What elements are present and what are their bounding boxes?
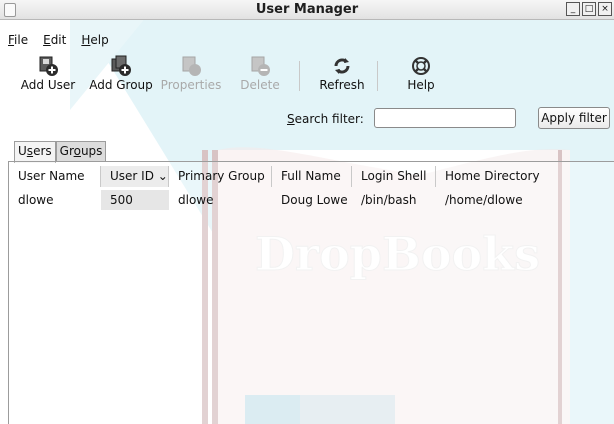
close-button[interactable]: × — [598, 2, 612, 16]
column-header-user-name[interactable]: User Name — [9, 166, 101, 187]
help-button[interactable]: Help — [396, 53, 446, 97]
column-header-primary-group[interactable]: Primary Group — [169, 166, 272, 187]
column-header-login-shell[interactable]: Login Shell — [352, 166, 436, 187]
toolbar-separator — [299, 61, 300, 91]
toolbar-separator — [377, 61, 378, 91]
tab-groups[interactable]: Groups — [55, 141, 107, 161]
minimize-button[interactable]: _ — [566, 2, 580, 16]
maximize-button[interactable]: □ — [582, 2, 596, 16]
menu-bar: File Edit Help — [0, 31, 116, 49]
tab-bar: Users Groups — [14, 141, 107, 163]
tab-users[interactable]: Users — [14, 141, 56, 163]
window-title: User Manager — [255, 2, 359, 17]
menu-edit[interactable]: Edit — [35, 31, 73, 49]
column-header-home-directory[interactable]: Home Directory — [436, 166, 614, 187]
table-row[interactable]: dlowe 500 dlowe Doug Lowe /bin/bash /hom… — [9, 190, 614, 210]
cell-user-name: dlowe — [18, 193, 54, 207]
cell-full-name: Doug Lowe — [281, 193, 348, 207]
add-group-button[interactable]: Add Group — [86, 53, 156, 97]
cell-primary-group: dlowe — [178, 193, 214, 207]
toolbar: Add User Add Group Properties Delete Ref… — [0, 53, 614, 97]
add-user-button[interactable]: Add User — [4, 53, 92, 97]
menu-file[interactable]: File — [0, 31, 35, 49]
cell-home-directory: /home/dlowe — [445, 193, 523, 207]
cell-user-id: 500 — [101, 190, 169, 210]
properties-button[interactable]: Properties — [158, 53, 224, 97]
delete-icon — [251, 56, 270, 76]
title-bar: User Manager _ □ × — [0, 0, 614, 20]
menu-help[interactable]: Help — [73, 31, 115, 49]
delete-button[interactable]: Delete — [230, 53, 290, 97]
column-header-full-name[interactable]: Full Name — [272, 166, 352, 187]
apply-filter-button[interactable]: Apply filter — [538, 107, 610, 129]
table-header: User Name User ID ⌄ Primary Group Full N… — [9, 166, 614, 187]
refresh-icon — [334, 58, 350, 74]
refresh-button[interactable]: Refresh — [312, 53, 372, 97]
column-header-user-id[interactable]: User ID ⌄ — [101, 166, 169, 187]
add-user-icon — [39, 56, 58, 76]
user-manager-window: User Manager _ □ × File Edit Help Add Us… — [0, 0, 614, 424]
help-lifebuoy-icon — [412, 57, 430, 75]
search-filter-label: Search filter: — [287, 112, 364, 126]
add-group-icon — [111, 55, 131, 76]
search-filter-input[interactable] — [374, 108, 516, 128]
users-table: User Name User ID ⌄ Primary Group Full N… — [8, 161, 614, 424]
filter-bar: Search filter: Apply filter — [0, 107, 614, 133]
properties-icon — [182, 56, 201, 76]
cell-login-shell: /bin/bash — [361, 193, 417, 207]
